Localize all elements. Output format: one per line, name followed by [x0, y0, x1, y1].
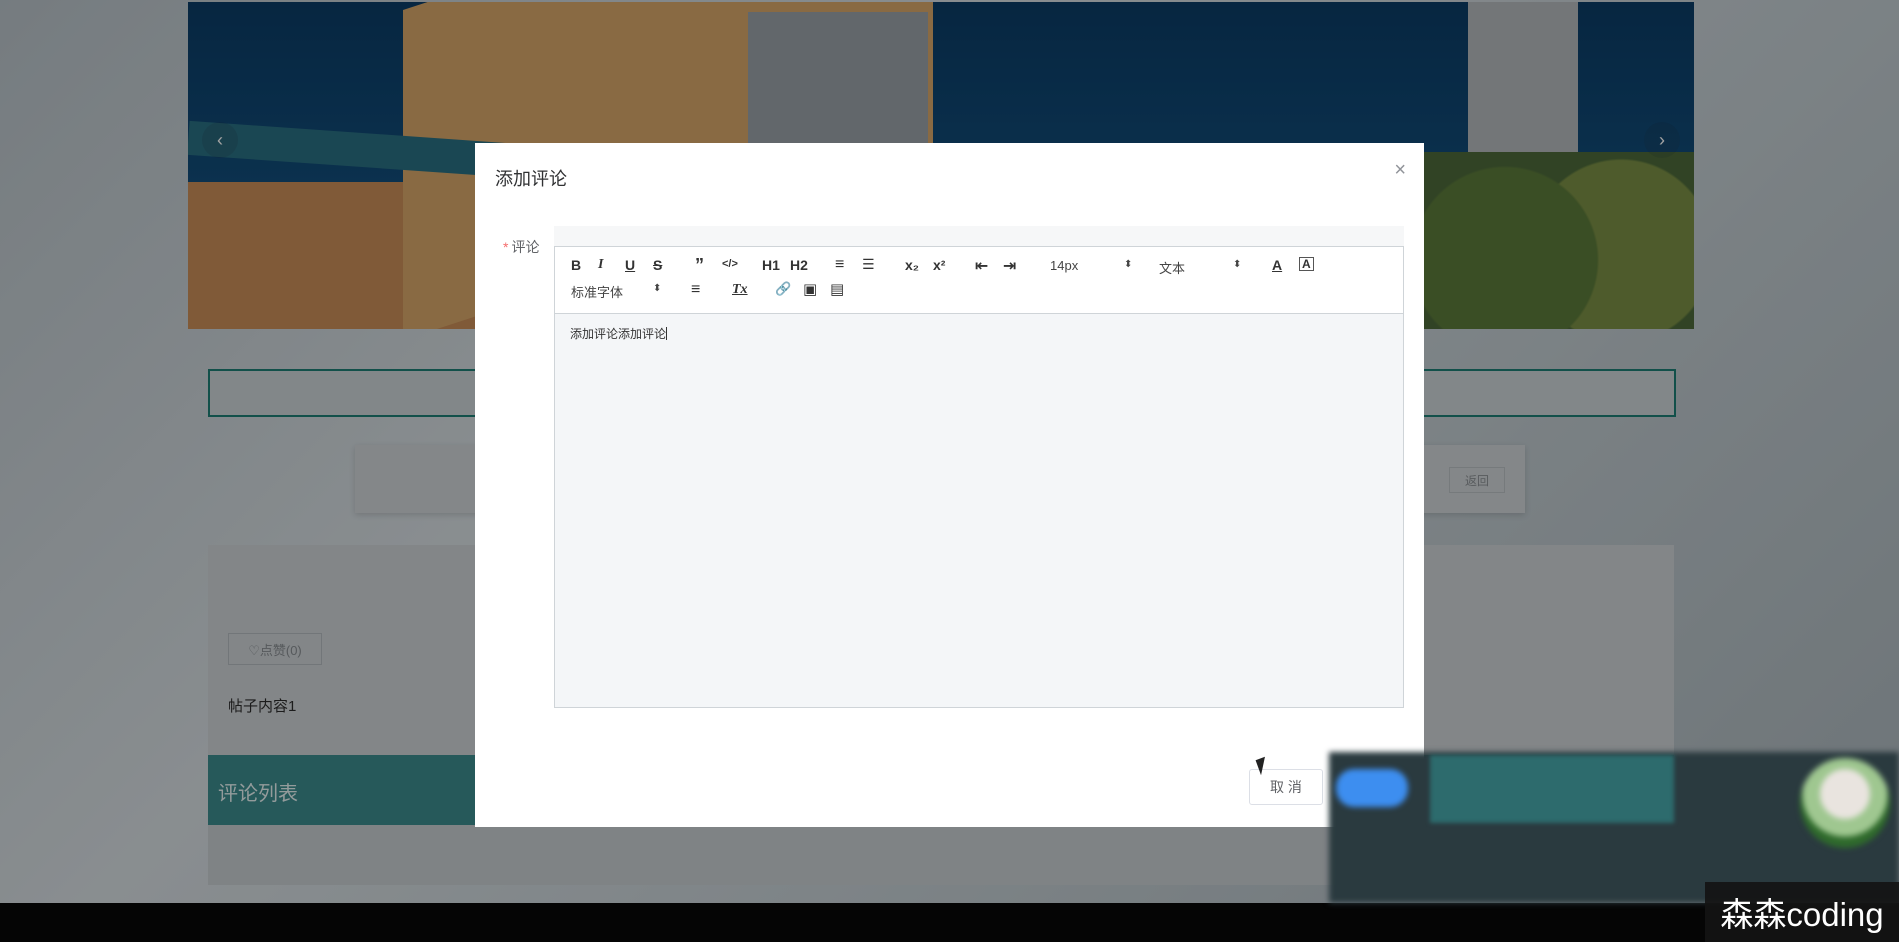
- quote-icon[interactable]: ”: [695, 255, 704, 276]
- font-size-arrow-icon: ⬍: [1124, 259, 1133, 270]
- h1-icon[interactable]: H1: [762, 257, 780, 273]
- video-icon[interactable]: ▤: [830, 280, 844, 298]
- blurred-confirm-button: [1336, 769, 1408, 807]
- editor-content[interactable]: 添加评论添加评论: [570, 325, 668, 342]
- strike-icon[interactable]: S: [653, 257, 662, 273]
- font-family-value: 标准字体: [571, 285, 624, 300]
- font-size-value: 14px: [1050, 258, 1079, 273]
- indent-icon[interactable]: ⇥: [1003, 256, 1016, 276]
- blurred-avatar: [1800, 758, 1890, 848]
- dialog-title: 添加评论: [495, 169, 567, 189]
- editor-toolbar: B I U S ” </> H1 H2 ≡ ☰ x₂ x² ⇤ ⇥ 14px ⬍…: [555, 247, 1403, 314]
- font-size-select[interactable]: 14px ⬍: [1050, 258, 1135, 273]
- underline-icon[interactable]: U: [625, 257, 635, 273]
- bottom-black-strip: [0, 903, 1899, 942]
- bullet-list-icon[interactable]: ☰: [862, 256, 875, 273]
- required-mark: *: [503, 239, 509, 255]
- subscript-icon[interactable]: x₂: [905, 257, 919, 273]
- editor-content-text: 添加评论添加评论: [570, 327, 667, 341]
- ordered-list-icon[interactable]: ≡: [835, 256, 844, 274]
- watermark: 森森coding: [1705, 882, 1899, 942]
- h2-icon[interactable]: H2: [790, 257, 808, 273]
- blurred-teal-block: [1430, 755, 1674, 823]
- clean-format-icon[interactable]: Tx: [732, 282, 748, 298]
- header-type-value: 文本: [1159, 261, 1186, 276]
- add-comment-dialog: 添加评论 × * 评论 B I U S ” </> H1 H2 ≡ ☰ x₂ x²…: [475, 143, 1424, 827]
- editor-top-strip: [554, 226, 1404, 246]
- rich-text-editor[interactable]: B I U S ” </> H1 H2 ≡ ☰ x₂ x² ⇤ ⇥ 14px ⬍…: [554, 246, 1404, 708]
- image-icon[interactable]: ▣: [803, 280, 817, 298]
- background-color-icon[interactable]: A: [1299, 257, 1314, 271]
- text-caret: [666, 327, 668, 340]
- font-family-arrow-icon: ⬍: [653, 283, 662, 294]
- align-icon[interactable]: ≡: [691, 281, 700, 299]
- superscript-icon[interactable]: x²: [933, 257, 945, 273]
- text-color-icon[interactable]: A: [1272, 257, 1282, 273]
- font-family-select[interactable]: 标准字体 ⬍: [571, 282, 661, 301]
- comment-label-text: 评论: [511, 239, 540, 255]
- outdent-icon[interactable]: ⇤: [975, 256, 988, 276]
- italic-icon[interactable]: I: [598, 257, 603, 273]
- header-type-arrow-icon: ⬍: [1233, 259, 1242, 270]
- close-icon[interactable]: ×: [1394, 159, 1406, 182]
- code-icon[interactable]: </>: [722, 258, 738, 270]
- bold-icon[interactable]: B: [571, 257, 581, 273]
- header-type-select[interactable]: 文本 ⬍: [1159, 258, 1244, 277]
- comment-field-label: * 评论: [503, 237, 539, 257]
- link-icon[interactable]: 🔗: [775, 281, 791, 297]
